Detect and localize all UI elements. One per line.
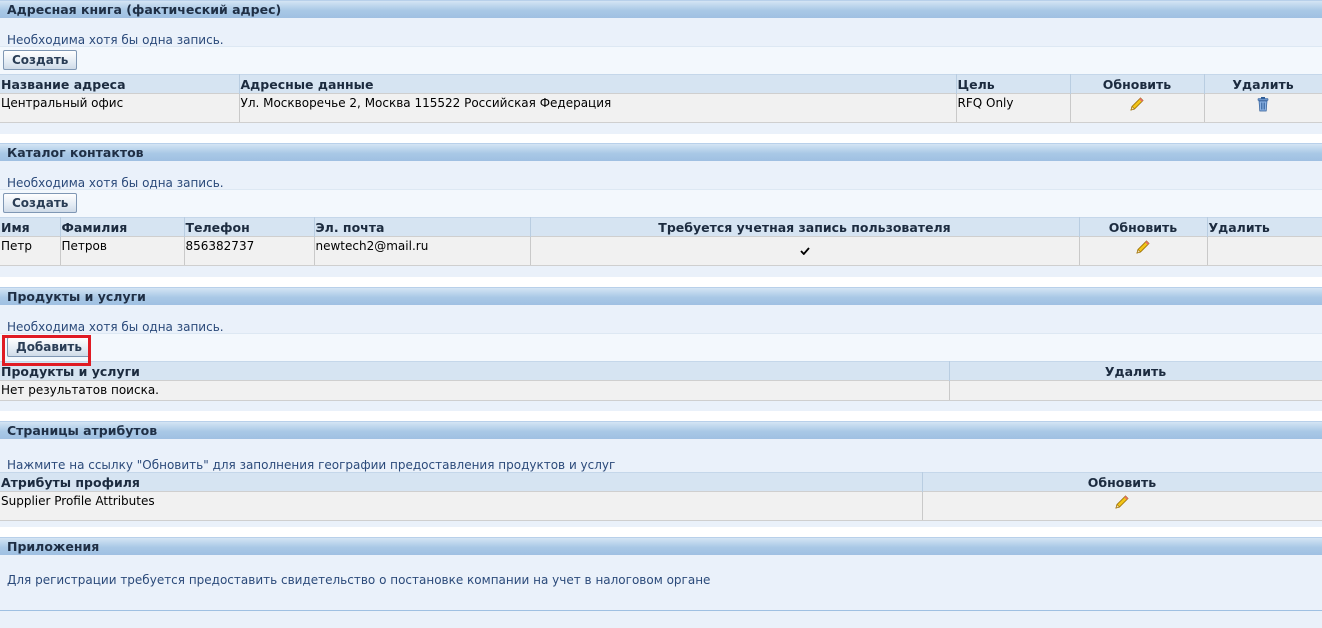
attachments-section: Приложения Для регистрации требуется пре… xyxy=(0,537,1322,628)
col-address-name: Название адреса xyxy=(0,74,240,94)
section-title-attributes: Страницы атрибутов xyxy=(0,421,1322,439)
email-cell: newtech2@mail.ru xyxy=(314,236,531,266)
address-book-toolbar: Создать xyxy=(0,46,1322,74)
address-table: Название адреса Адресные данные Цель Обн… xyxy=(0,74,1322,123)
delete-cell xyxy=(949,380,1322,401)
table-row: Центральный офис Ул. Москворечье 2, Моск… xyxy=(0,93,1322,123)
purpose-cell: RFQ Only xyxy=(956,93,1071,123)
products-section: Продукты и услуги Необходима хотя бы одн… xyxy=(0,287,1322,411)
address-name-cell: Центральный офис xyxy=(0,93,240,123)
contacts-toolbar: Создать xyxy=(0,189,1322,217)
col-update: Обновить xyxy=(1079,217,1208,237)
create-address-button[interactable]: Создать xyxy=(3,50,78,70)
create-contact-button[interactable]: Создать xyxy=(3,193,78,213)
products-info: Необходима хотя бы одна запись. xyxy=(7,320,224,334)
attributes-table: Атрибуты профиля Обновить Supplier Profi… xyxy=(0,472,1322,521)
table-header-row: Продукты и услуги Удалить xyxy=(0,361,1322,381)
update-cell xyxy=(922,491,1322,521)
attributes-section: Страницы атрибутов Нажмите на ссылку "Об… xyxy=(0,421,1322,527)
col-account-required: Требуется учетная запись пользователя xyxy=(530,217,1080,237)
update-cell xyxy=(1070,93,1205,123)
col-profile-attributes: Атрибуты профиля xyxy=(0,472,923,492)
delete-cell xyxy=(1204,93,1322,123)
table-row: Нет результатов поиска. xyxy=(0,380,1322,401)
col-products: Продукты и услуги xyxy=(0,361,950,381)
first-name-cell: Петр xyxy=(0,236,61,266)
profile-attributes-cell: Supplier Profile Attributes xyxy=(0,491,923,521)
section-gap xyxy=(0,527,1322,537)
col-first-name: Имя xyxy=(0,217,61,237)
table-header-row: Имя Фамилия Телефон Эл. почта Требуется … xyxy=(0,217,1322,237)
products-toolbar: Добавить xyxy=(0,333,1322,361)
section-title-products: Продукты и услуги xyxy=(0,287,1322,305)
col-delete: Удалить xyxy=(1207,217,1322,237)
products-table: Продукты и услуги Удалить Нет результато… xyxy=(0,361,1322,401)
attributes-info: Нажмите на ссылку "Обновить" для заполне… xyxy=(7,458,616,472)
section-gap xyxy=(0,411,1322,421)
contacts-info: Необходима хотя бы одна запись. xyxy=(7,176,224,190)
col-update: Обновить xyxy=(1070,74,1205,94)
attachments-info: Для регистрации требуется предоставить с… xyxy=(0,555,1322,611)
section-title-attachments: Приложения xyxy=(0,537,1322,555)
account-required-cell xyxy=(530,236,1080,266)
update-cell xyxy=(1079,236,1208,266)
table-row: Петр Петров 856382737 newtech2@mail.ru xyxy=(0,236,1322,266)
checkmark-icon xyxy=(799,244,810,258)
col-update: Обновить xyxy=(922,472,1322,492)
delete-cell xyxy=(1207,236,1322,266)
table-header-row: Атрибуты профиля Обновить xyxy=(0,472,1322,492)
pencil-icon[interactable] xyxy=(1135,239,1151,258)
col-address-data: Адресные данные xyxy=(239,74,957,94)
trash-icon[interactable] xyxy=(1255,96,1271,115)
highlight-box xyxy=(2,335,91,366)
last-name-cell: Петров xyxy=(60,236,185,266)
table-row: Supplier Profile Attributes xyxy=(0,491,1322,521)
section-gap xyxy=(0,277,1322,287)
pencil-icon[interactable] xyxy=(1129,96,1145,115)
section-title-address-book: Адресная книга (фактический адрес) xyxy=(0,0,1322,18)
empty-results-cell: Нет результатов поиска. xyxy=(0,380,950,401)
col-email: Эл. почта xyxy=(314,217,531,237)
pencil-icon[interactable] xyxy=(1114,494,1130,513)
section-title-contacts: Каталог контактов xyxy=(0,143,1322,161)
col-last-name: Фамилия xyxy=(60,217,185,237)
col-purpose: Цель xyxy=(956,74,1071,94)
address-book-section: Адресная книга (фактический адрес) Необх… xyxy=(0,0,1322,134)
col-delete: Удалить xyxy=(1204,74,1322,94)
col-phone: Телефон xyxy=(184,217,315,237)
address-data-cell: Ул. Москворечье 2, Москва 115522 Российс… xyxy=(239,93,957,123)
table-header-row: Название адреса Адресные данные Цель Обн… xyxy=(0,74,1322,94)
col-delete: Удалить xyxy=(949,361,1322,381)
contacts-table: Имя Фамилия Телефон Эл. почта Требуется … xyxy=(0,217,1322,266)
address-book-info: Необходима хотя бы одна запись. xyxy=(7,33,224,47)
phone-cell: 856382737 xyxy=(184,236,315,266)
contacts-section: Каталог контактов Необходима хотя бы одн… xyxy=(0,143,1322,277)
